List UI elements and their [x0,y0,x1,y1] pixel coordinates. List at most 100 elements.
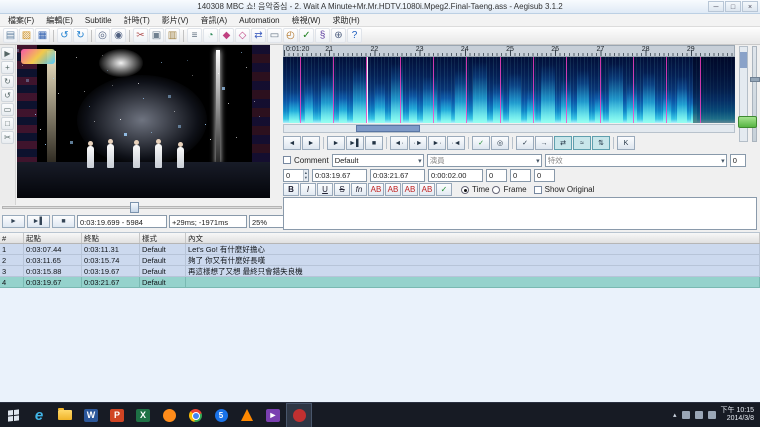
explorer-icon[interactable] [52,403,78,427]
play-last-500-button[interactable]: ►· [428,136,446,150]
paste-icon[interactable]: ▥ [165,28,180,43]
auto-next-toggle[interactable]: → [535,136,553,150]
video-play-line-button[interactable]: ►▌ [27,215,50,228]
subtitle-row[interactable]: 20:03:11.650:03:15.74Default夠了 你又有什麼好長嘆 [0,255,760,266]
scale-icon[interactable]: ▭ [1,103,14,116]
seek-thumb[interactable] [130,202,139,213]
styles-manager-icon[interactable]: ◆ [219,28,234,43]
rotate-xy-icon[interactable]: ↺ [1,89,14,102]
italic-button[interactable]: I [300,183,316,196]
redo-icon[interactable]: ↻ [73,28,88,43]
subtitle-row[interactable]: 10:03:07.440:03:11.31DefaultLet's Go! 有什… [0,244,760,255]
replace-icon[interactable]: ◉ [111,28,126,43]
vertical-link-toggle[interactable]: ⇅ [592,136,610,150]
rotate-z-icon[interactable]: ↻ [1,75,14,88]
chrome-icon[interactable] [182,403,208,427]
copy-icon[interactable]: ▣ [149,28,164,43]
word-icon[interactable]: W [78,403,104,427]
grid-column-header[interactable]: 內文 [186,233,760,243]
grid-column-header[interactable]: 樣式 [140,233,186,243]
underline-button[interactable]: U [317,183,333,196]
commit-check-button[interactable]: ✓ [436,183,452,196]
subtitle-row[interactable]: 30:03:15.880:03:19.67Default再這樣想了又想 最終只會… [0,266,760,277]
audio-timeline[interactable]: 0:01:20212223242526272829 [283,45,735,57]
menu-automation[interactable]: Automation [233,14,285,27]
frame-radio[interactable] [492,186,500,194]
audio-zoom-handle[interactable] [750,77,760,82]
show-original-checkbox[interactable] [534,186,542,194]
menu-subtitle[interactable]: Subtitle [79,14,118,27]
timing-postprocessor-icon[interactable]: ◴ [283,28,298,43]
style-assistant-icon[interactable]: ◇ [235,28,250,43]
style-combo[interactable]: Default ▾ [332,154,424,167]
close-button[interactable]: × [742,1,758,12]
minimize-button[interactable]: ─ [708,1,724,12]
start-button[interactable] [0,403,26,427]
font-button[interactable]: fn [351,183,367,196]
audio-spectrogram[interactable] [283,57,735,123]
menu-audio[interactable]: 音訊(A) [194,14,233,27]
color-outline-button[interactable]: AB [402,183,418,196]
powerpoint-icon[interactable]: P [104,403,130,427]
menu-timing[interactable]: 計時(T) [118,14,156,27]
grid-column-header[interactable]: 起點 [24,233,82,243]
new-subtitles-icon[interactable]: ▤ [3,28,18,43]
spectrum-toggle[interactable]: ≈ [573,136,591,150]
start-time-field[interactable]: 0:03:19.67 [312,169,367,182]
play-selection-button[interactable]: ► [327,136,345,150]
options-icon[interactable]: ⊕ [331,28,346,43]
grid-column-header[interactable]: 終點 [82,233,140,243]
find-icon[interactable]: ◎ [95,28,110,43]
aegisub-icon[interactable] [286,403,312,427]
auto-commit-toggle[interactable]: ✓ [516,136,534,150]
seek-track[interactable] [2,206,282,209]
browser5-icon[interactable]: 5 [208,403,234,427]
scroll-right-button[interactable]: ► [302,136,320,150]
automation-icon[interactable]: § [315,28,330,43]
time-radio[interactable] [461,186,469,194]
margin-left-field[interactable]: 0 [486,169,507,182]
scroll-left-button[interactable]: ◄ [283,136,301,150]
video-display[interactable] [17,45,270,198]
menu-file[interactable]: 檔案(F) [2,14,40,27]
audio-scrollbar-thumb[interactable] [356,125,420,132]
play-500-after-button[interactable]: ·◄ [447,136,465,150]
title-bar[interactable]: 140308 MBC 쇼! 음악중심 - 2. Wait A Minute+Mr… [0,0,760,14]
video-stop-button[interactable]: ■ [52,215,75,228]
tray-volume-icon[interactable] [708,411,716,419]
excel-icon[interactable]: X [130,403,156,427]
stop-button[interactable]: ■ [365,136,383,150]
video-play-button[interactable]: ► [2,215,25,228]
drag-mode-icon[interactable]: + [1,61,14,74]
comment-checkbox[interactable] [283,156,291,164]
margin-vertical-field[interactable]: 0 [534,169,555,182]
vector-clip-icon[interactable]: ✂ [1,131,14,144]
maximize-button[interactable]: □ [725,1,741,12]
margin-right-field[interactable]: 0 [510,169,531,182]
tray-status-icon[interactable] [682,411,690,419]
tray-expand-icon[interactable]: ▴ [673,411,677,419]
help-icon[interactable]: ? [347,28,362,43]
vlc-icon[interactable] [234,403,260,427]
grid-column-header[interactable]: # [0,233,24,243]
resample-icon[interactable]: ▭ [267,28,282,43]
commit-button[interactable]: ✓ [472,136,490,150]
spellcheck-icon[interactable]: ✓ [299,28,314,43]
cut-icon[interactable]: ✂ [133,28,148,43]
end-time-field[interactable]: 0:03:21.67 [370,169,425,182]
color-secondary-button[interactable]: AB [385,183,401,196]
open-subtitles-icon[interactable]: ▨ [19,28,34,43]
effect-combo[interactable]: 特效 ▾ [545,154,727,167]
undo-icon[interactable]: ↺ [57,28,72,43]
volume-link-indicator[interactable] [738,116,757,128]
goto-selection-button[interactable]: ◎ [491,136,509,150]
strikeout-button[interactable]: S [334,183,350,196]
bold-button[interactable]: B [283,183,299,196]
play-line-button[interactable]: ►▌ [346,136,364,150]
ie-icon[interactable]: e [26,403,52,427]
color-shadow-button[interactable]: AB [419,183,435,196]
media-player-icon[interactable]: ► [260,403,286,427]
menu-help[interactable]: 求助(H) [327,14,366,27]
audio-vertical-thumb[interactable] [740,52,747,68]
layer-spinner[interactable]: 0 [283,169,309,182]
